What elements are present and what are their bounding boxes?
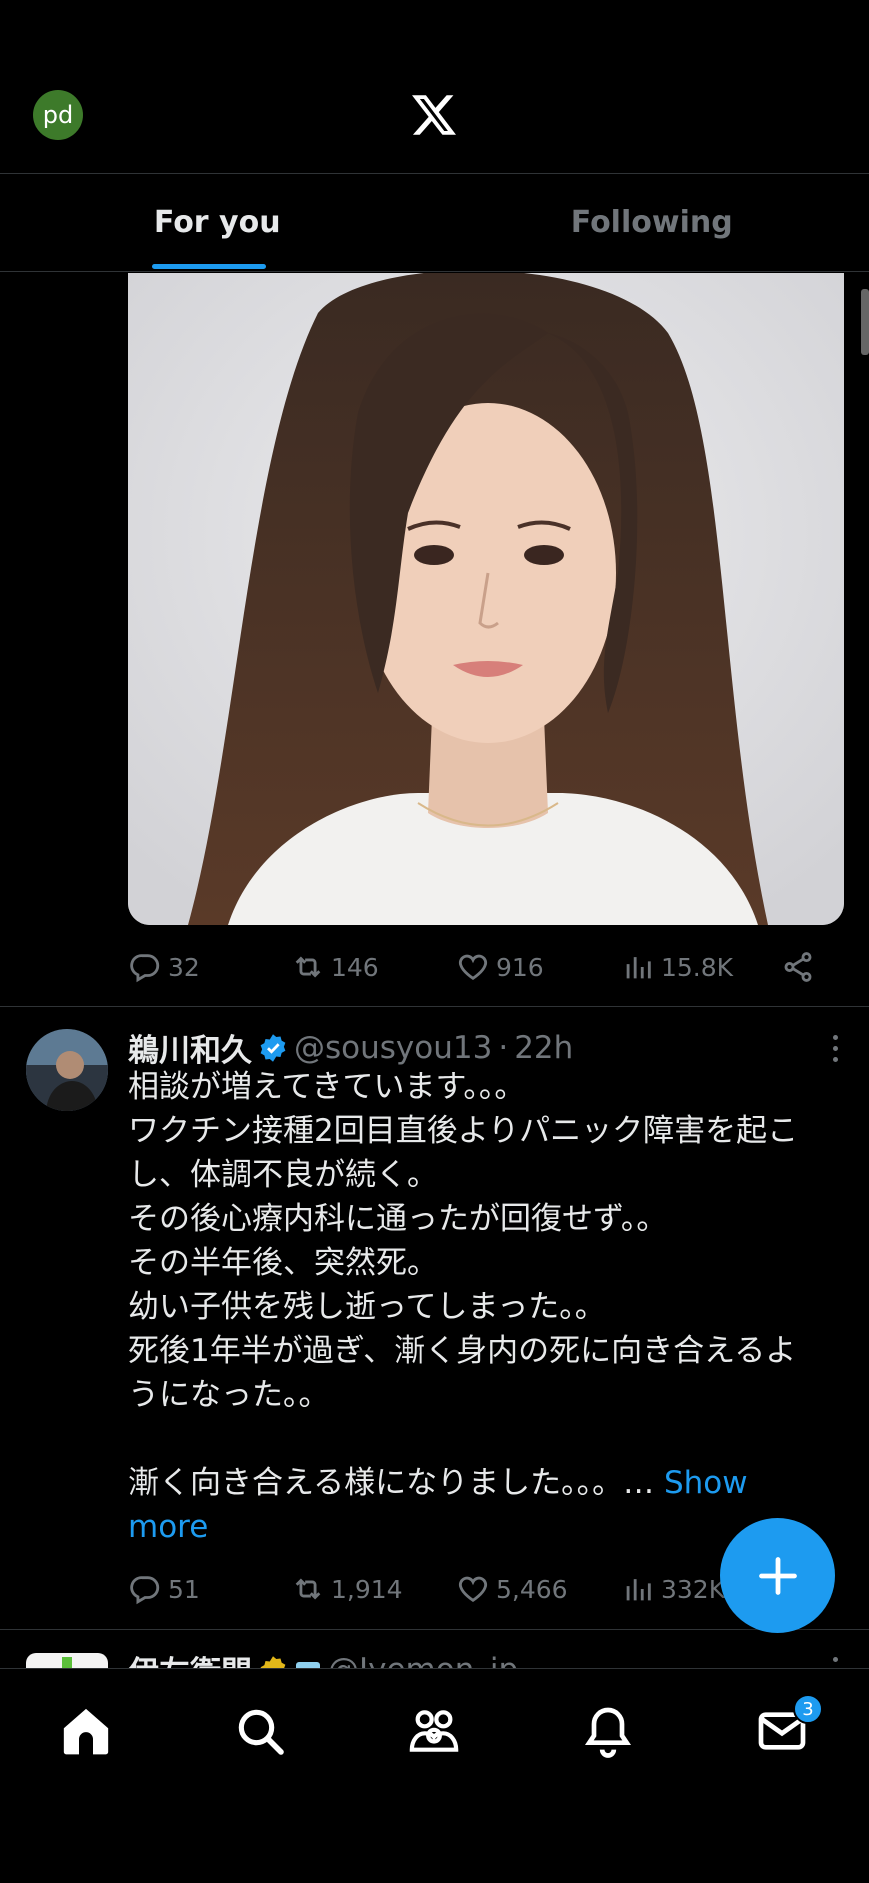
tweet-line: 相談が増えてきています。。。 [128, 1069, 526, 1105]
app-root: pd For you Following 32 146 916 15.8K 鵜川… [0, 0, 869, 1883]
author-handle[interactable]: @sousyou13 [294, 1030, 492, 1066]
heart-icon [458, 954, 488, 981]
retweet-button[interactable]: 146 [291, 950, 456, 984]
reply-count: 32 [168, 952, 200, 982]
meta-separator: · [498, 1029, 509, 1066]
tab-for-you[interactable]: For you [0, 174, 435, 271]
verified-badge-icon [260, 1033, 286, 1062]
views-count: 332K [661, 1574, 726, 1604]
author-avatar[interactable] [26, 1653, 108, 1668]
like-button[interactable]: 5,466 [456, 1572, 621, 1606]
heart-icon [458, 1576, 488, 1603]
author-avatar[interactable] [26, 1029, 108, 1111]
reply-icon [130, 1576, 160, 1605]
notifications-icon[interactable] [580, 1703, 636, 1759]
tweet-blank-line [128, 1417, 848, 1461]
more-options-icon[interactable] [833, 1657, 839, 1668]
views-chart-icon [626, 1579, 651, 1601]
reply-button[interactable]: 51 [128, 1572, 291, 1606]
reply-count: 51 [168, 1574, 200, 1604]
portrait-photo [128, 273, 844, 925]
reply-button[interactable]: 32 [128, 950, 291, 984]
avatar-initials: pd [42, 101, 74, 129]
gold-verified-badge-icon [260, 1655, 286, 1668]
tweet-divider [0, 1629, 869, 1630]
show-more-link-cont[interactable]: more [128, 1509, 208, 1545]
tweet-line: その後心療内科に通ったが回復せず。。 [128, 1201, 668, 1237]
affiliate-badge-icon [296, 1661, 320, 1668]
compose-post-button[interactable] [720, 1518, 835, 1633]
tweet-line: 死後1年半が過ぎ、漸く身内の死に向き合えるよ [128, 1333, 797, 1369]
like-count: 916 [496, 952, 544, 982]
views-button[interactable]: 15.8K [621, 950, 781, 984]
tweet-line: その半年後、突然死。 [128, 1245, 438, 1281]
tweet-divider [0, 1006, 869, 1007]
views-chart-icon [626, 957, 651, 979]
plus-icon [758, 1556, 797, 1595]
home-icon[interactable] [58, 1703, 114, 1759]
badge-count: 3 [802, 1698, 814, 1720]
tweet-actions: 32 146 916 15.8K [128, 947, 828, 987]
share-button[interactable] [781, 950, 815, 984]
messages-count-badge: 3 [793, 1694, 823, 1724]
tweet-line: うになった。。 [128, 1377, 330, 1413]
retweet-icon [295, 956, 321, 978]
author-handle[interactable]: @Iyemon_jp [328, 1652, 518, 1669]
tweet-line: 漸く向き合える様になりました。。。… [128, 1465, 655, 1501]
more-options-icon[interactable] [833, 1035, 839, 1065]
tweet-header: 伊左衛門 @Iyemon_jp [128, 1647, 518, 1668]
author-name[interactable]: 伊左衛門 [128, 1647, 252, 1668]
like-button[interactable]: 916 [456, 950, 621, 984]
views-count: 15.8K [661, 952, 734, 982]
tweet-media-image[interactable] [128, 273, 844, 925]
author-photo [26, 1029, 108, 1111]
communities-icon[interactable] [406, 1703, 462, 1759]
scrollbar-thumb[interactable] [861, 289, 869, 355]
retweet-count: 1,914 [331, 1574, 403, 1604]
tweet-text[interactable]: 相談が増えてきています。。。 ワクチン接種2回目直後よりパニック障害を起こ し、… [128, 1065, 848, 1549]
reply-icon [130, 954, 160, 983]
account-avatar[interactable]: pd [33, 90, 83, 140]
retweet-button[interactable]: 1,914 [291, 1572, 456, 1606]
tweet-header: 鵜川和久 @sousyou13 · 22h [128, 1025, 573, 1070]
x-logo-icon[interactable] [411, 93, 457, 137]
tab-label: Following [570, 205, 733, 240]
tweet-line: ワクチン接種2回目直後よりパニック障害を起こ [128, 1113, 799, 1149]
search-icon[interactable] [232, 1703, 288, 1759]
retweet-icon [295, 1578, 321, 1600]
author-name[interactable]: 鵜川和久 [128, 1025, 252, 1070]
retweet-count: 146 [331, 952, 379, 982]
tab-following[interactable]: Following [435, 174, 869, 271]
top-header: pd [0, 0, 869, 174]
share-icon [784, 952, 812, 982]
author-photo [62, 1657, 72, 1668]
tweet-time[interactable]: 22h [514, 1030, 573, 1066]
tweet-line: し、体調不良が続く。 [128, 1157, 438, 1193]
show-more-link[interactable]: Show [664, 1465, 748, 1501]
active-tab-indicator [152, 264, 266, 269]
like-count: 5,466 [496, 1574, 568, 1604]
tab-label: For you [153, 205, 281, 240]
tweet-line: 幼い子供を残し逝ってしまった。。 [128, 1289, 606, 1325]
bottom-navigation: 3 [0, 1668, 869, 1883]
timeline-tabs: For you Following [0, 174, 869, 272]
timeline-feed[interactable]: 32 146 916 15.8K 鵜川和久 @sousyou13 · 22h 相… [0, 273, 869, 1668]
